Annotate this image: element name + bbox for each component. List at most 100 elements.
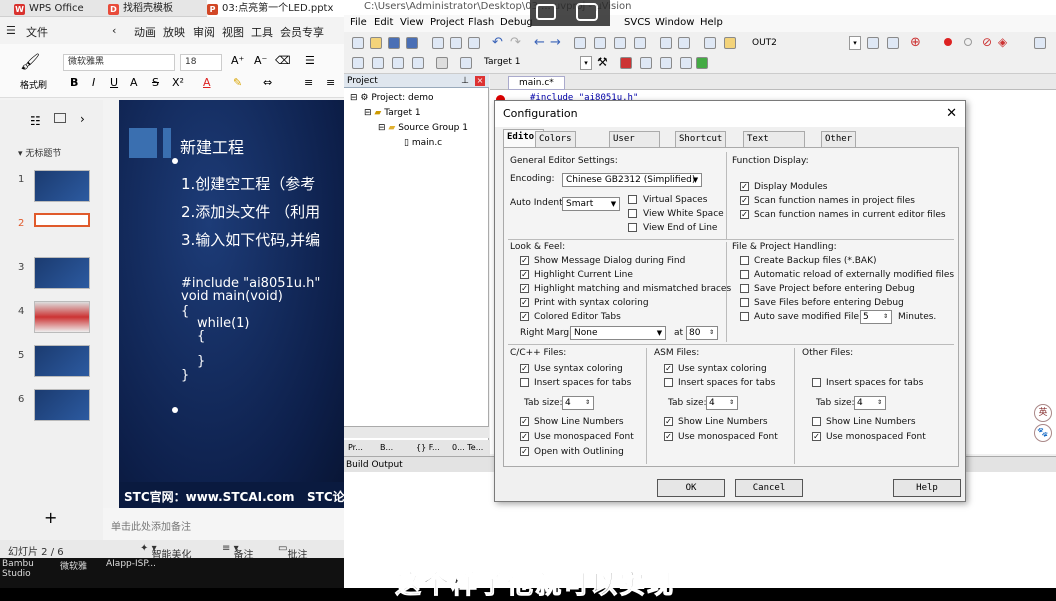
download-icon[interactable] xyxy=(460,57,472,69)
menu-file[interactable]: File xyxy=(350,17,367,28)
slide-thumb-5[interactable] xyxy=(34,345,90,377)
other-insert-spaces-checkbox[interactable] xyxy=(812,378,821,387)
bookmark-next-icon[interactable] xyxy=(614,37,626,49)
outline-icon[interactable]: ☷ xyxy=(30,114,41,128)
view-end-of-line-checkbox[interactable] xyxy=(628,223,637,232)
slide-thumb-3[interactable] xyxy=(34,257,90,289)
highlight-current-line-checkbox[interactable]: ✓ xyxy=(520,270,529,279)
ai-play-icon[interactable] xyxy=(576,3,598,21)
rebuild-icon[interactable] xyxy=(392,57,404,69)
incremental-find-icon[interactable] xyxy=(887,37,899,49)
panel-tab-functions[interactable]: {} F... xyxy=(416,443,440,452)
undo-icon[interactable]: ↶ xyxy=(492,35,503,50)
spin-icon[interactable]: ⇕ xyxy=(706,327,717,339)
cpp-syntax-checkbox[interactable]: ✓ xyxy=(520,364,529,373)
breakpoint-disable-icon[interactable] xyxy=(964,38,972,46)
asm-line-numbers-checkbox[interactable]: ✓ xyxy=(664,417,673,426)
target-dropdown[interactable]: ▾ xyxy=(580,56,592,70)
cpp-line-numbers-checkbox[interactable]: ✓ xyxy=(520,417,529,426)
char-spacing-icon[interactable]: ⇔ xyxy=(263,76,272,89)
breakpoint-clear-icon[interactable]: ⊘ xyxy=(982,35,992,49)
menu-edit[interactable]: Edit xyxy=(374,17,393,28)
ok-button[interactable]: OK xyxy=(657,479,725,497)
taskbar-app-isp[interactable]: AIapp-ISP... xyxy=(106,559,156,569)
menu-file[interactable]: 文件 xyxy=(26,24,48,40)
save-all-icon[interactable] xyxy=(406,37,418,49)
slides-view-icon[interactable] xyxy=(54,113,66,123)
slide-thumb-6[interactable] xyxy=(34,389,90,421)
menu-animation[interactable]: 动画 xyxy=(134,24,156,40)
comment-icon[interactable] xyxy=(704,37,716,49)
redo-icon[interactable]: ↷ xyxy=(510,35,521,50)
manage-components-icon[interactable] xyxy=(620,57,632,69)
save-project-debug-checkbox[interactable] xyxy=(740,284,749,293)
font-name-select[interactable]: 微软雅黑 xyxy=(63,54,175,71)
bookmark-prev-icon[interactable] xyxy=(594,37,606,49)
menu-svcs[interactable]: SVCS xyxy=(624,17,651,28)
target-options-icon[interactable]: ⚒ xyxy=(597,55,608,69)
format-painter-icon[interactable]: 🖌 xyxy=(20,52,40,71)
margin-column-input[interactable]: 80 ⇕ xyxy=(686,326,718,340)
grow-font-icon[interactable]: A⁺ xyxy=(231,54,244,67)
tab-shortcut-keys[interactable]: Shortcut Keys xyxy=(675,131,727,159)
spin-icon[interactable]: ⇕ xyxy=(726,397,737,409)
underline-icon[interactable]: U xyxy=(110,76,118,89)
strikethrough-icon[interactable]: S xyxy=(152,76,159,89)
find-dropdown[interactable]: ▾ xyxy=(849,36,861,50)
close-icon[interactable]: ✕ xyxy=(946,101,957,127)
tab-template[interactable]: D 找稻壳模板 xyxy=(108,0,173,17)
highlight-braces-checkbox[interactable]: ✓ xyxy=(520,284,529,293)
text-shadow-icon[interactable]: A xyxy=(130,76,138,89)
tab-pptx[interactable]: P 03:点亮第一个LED.pptx xyxy=(207,0,344,17)
nav-forward-icon[interactable]: → xyxy=(550,35,561,50)
align-center-icon[interactable]: ≡ xyxy=(326,76,335,89)
panel-tab-templates[interactable]: 0... Te... xyxy=(452,443,483,452)
save-icon[interactable] xyxy=(388,37,400,49)
selection-handle[interactable] xyxy=(172,407,178,413)
view-white-space-checkbox[interactable] xyxy=(628,209,637,218)
slide-thumb-2[interactable] xyxy=(34,213,90,227)
run-time-env-icon[interactable] xyxy=(680,57,692,69)
right-margin-select[interactable]: None ▼ xyxy=(570,326,666,340)
unindent-icon[interactable] xyxy=(678,37,690,49)
panel-tab-project[interactable]: Pr... xyxy=(348,443,363,452)
debug-session-icon[interactable]: ⊕ xyxy=(910,35,921,50)
editor-tab-main-c[interactable]: main.c* xyxy=(508,76,565,90)
window-layout-icon[interactable] xyxy=(1034,37,1046,49)
panel-tab-books[interactable]: B... xyxy=(380,443,393,452)
tab-wps-office[interactable]: W WPS Office xyxy=(14,0,84,17)
chevron-right-icon[interactable]: › xyxy=(80,112,85,126)
tab-other[interactable]: Other xyxy=(821,131,857,147)
project-hscroll[interactable] xyxy=(344,426,489,438)
find-icon[interactable] xyxy=(867,37,879,49)
scan-editor-checkbox[interactable]: ✓ xyxy=(740,210,749,219)
taskbar-app-bambu[interactable]: Bambu Studio xyxy=(2,559,38,579)
help-button[interactable]: Help xyxy=(893,479,961,497)
print-syntax-checkbox[interactable]: ✓ xyxy=(520,298,529,307)
menu-review[interactable]: 审阅 xyxy=(193,24,215,40)
italic-icon[interactable]: I xyxy=(92,76,95,89)
cpp-insert-spaces-checkbox[interactable] xyxy=(520,378,529,387)
translate-icon[interactable] xyxy=(352,57,364,69)
batch-build-icon[interactable] xyxy=(412,57,424,69)
taskbar-app-font[interactable]: 微软雅 xyxy=(60,559,87,572)
tab-text-completion[interactable]: Text Completion xyxy=(743,131,806,159)
encoding-select[interactable]: Chinese GB2312 (Simplified) ▼ xyxy=(562,173,702,187)
asm-tab-size-input[interactable]: 4 ⇕ xyxy=(706,396,738,410)
other-monospaced-checkbox[interactable]: ✓ xyxy=(812,432,821,441)
notes-button[interactable]: ≡ 备注 ▾ xyxy=(222,543,254,561)
bookmark-clear-icon[interactable] xyxy=(634,37,646,49)
auto-save-minutes-input[interactable]: 5 ⇕ xyxy=(860,310,892,324)
menu-member[interactable]: 会员专享 xyxy=(280,24,324,40)
smart-beautify-button[interactable]: ✦ 智能美化 ▾ xyxy=(140,543,192,561)
section-label[interactable]: ▾ 无标题节 xyxy=(18,146,61,159)
ime-badge[interactable]: 英 xyxy=(1034,404,1052,422)
menu-flash[interactable]: Flash xyxy=(468,17,494,28)
bookmark-icon[interactable] xyxy=(574,37,586,49)
bullets-icon[interactable]: ☰ xyxy=(305,54,315,67)
slide-thumb-1[interactable] xyxy=(34,170,90,202)
superscript-icon[interactable]: X² xyxy=(172,76,184,89)
auto-indent-select[interactable]: Smart ▼ xyxy=(562,197,620,211)
menu-slideshow[interactable]: 放映 xyxy=(163,24,185,40)
spin-icon[interactable]: ⇕ xyxy=(874,397,885,409)
